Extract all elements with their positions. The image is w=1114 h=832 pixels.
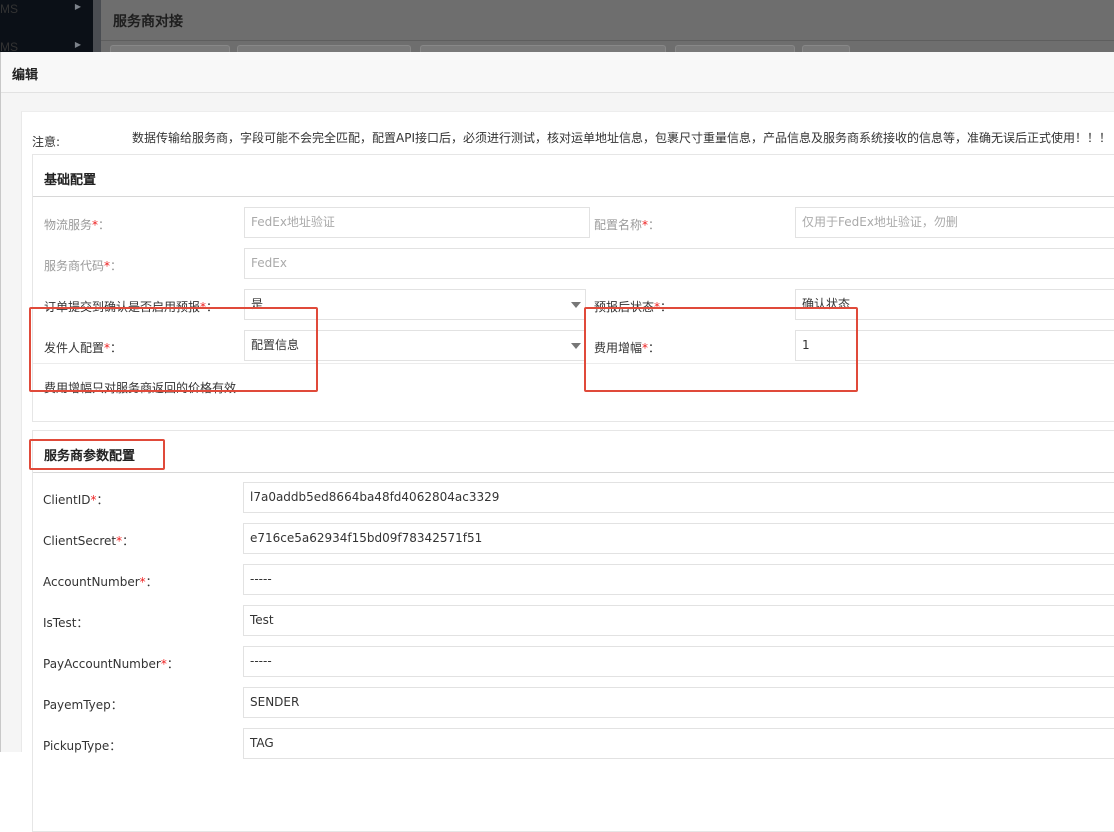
config-name-field[interactable]: 仅用于FedEx地址验证，勿删 bbox=[795, 207, 1114, 238]
sidebar-item-label: MS bbox=[0, 2, 18, 16]
basic-config-title: 基础配置 bbox=[44, 173, 97, 188]
provider-code-label: 服务商代码*： bbox=[44, 259, 123, 273]
page-header bbox=[101, 0, 1114, 41]
param-input[interactable]: ----- bbox=[243, 646, 1114, 677]
sidebar-item[interactable]: MS ▶ bbox=[0, 0, 93, 20]
param-label: PayAccountNumber*： bbox=[43, 657, 179, 671]
chevron-down-icon[interactable] bbox=[571, 343, 581, 349]
logistics-service-label: 物流服务*： bbox=[44, 218, 111, 232]
highlight-box bbox=[584, 307, 858, 392]
edit-modal: 编辑 注意: 数据传输给服务商，字段可能不会完全匹配，配置API接口后，必须进行… bbox=[0, 52, 1114, 832]
notice-text: 数据传输给服务商，字段可能不会完全匹配，配置API接口后，必须进行测试，核对运单… bbox=[132, 131, 1111, 145]
param-label: ClientSecret*： bbox=[43, 534, 135, 548]
provider-code-field[interactable]: FedEx bbox=[244, 248, 1114, 279]
param-input[interactable]: l7a0addb5ed8664ba48fd4062804ac3329 bbox=[243, 482, 1114, 513]
modal-body: 注意: 数据传输给服务商，字段可能不会完全匹配，配置API接口后，必须进行测试，… bbox=[1, 93, 1114, 832]
param-input[interactable]: e716ce5a62934f15bd09f78342571f51 bbox=[243, 523, 1114, 554]
param-label: PayemTyep： bbox=[43, 698, 123, 712]
chevron-right-icon: ▶ bbox=[74, 2, 81, 11]
chevron-down-icon[interactable] bbox=[571, 302, 581, 308]
page-title: 服务商对接 bbox=[113, 14, 183, 30]
modal-content: 注意: 数据传输给服务商，字段可能不会完全匹配，配置API接口后，必须进行测试，… bbox=[21, 111, 1114, 832]
modal-title: 编辑 bbox=[12, 68, 39, 83]
param-label: ClientID*： bbox=[43, 493, 109, 507]
highlight-box bbox=[29, 439, 165, 470]
param-input[interactable]: SENDER bbox=[243, 687, 1114, 718]
notice-label: 注意: bbox=[32, 135, 61, 149]
highlight-box bbox=[29, 307, 318, 392]
param-label: PickupType： bbox=[43, 739, 122, 753]
param-input[interactable]: Test bbox=[243, 605, 1114, 636]
modal-header: 编辑 bbox=[1, 52, 1114, 93]
logistics-service-field[interactable]: FedEx地址验证 bbox=[244, 207, 590, 238]
chevron-right-icon: ▶ bbox=[74, 40, 81, 49]
divider bbox=[33, 196, 1114, 197]
param-label: IsTest： bbox=[43, 616, 89, 630]
divider bbox=[33, 472, 1114, 473]
param-input[interactable]: TAG bbox=[243, 728, 1114, 759]
config-name-label: 配置名称*： bbox=[594, 218, 661, 232]
param-label: AccountNumber*： bbox=[43, 575, 158, 589]
param-input[interactable]: ----- bbox=[243, 564, 1114, 595]
